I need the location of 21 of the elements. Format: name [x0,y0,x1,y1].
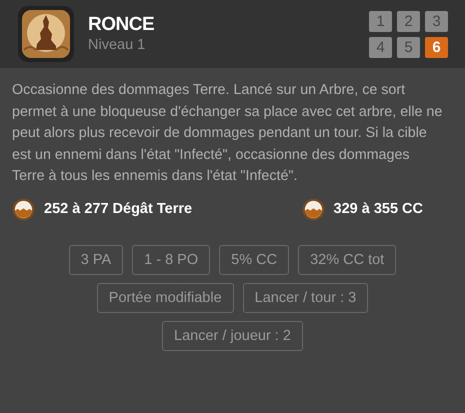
level-button[interactable]: 6 [425,36,448,58]
level-button[interactable]: 2 [397,10,420,32]
earth-element-icon [302,198,325,220]
spell-description: Occasionne des dommages Terre. Lancé sur un Arbre, ce sort permet à une bloqueuse d'échanger sa place avec cet arbre, elle ne peut alors plus recevoir de dommages pendant un tour. Si la cible est un ennemi dans l'état "Infecté", occasionne des dommages Terre à tous les ennemis dans l'état "Infecté". [12,81,444,186]
spell-stat-tag: 3 PA [68,244,124,274]
spell-stat-tag: 5% CC [219,244,290,274]
spell-stat-tag: Lancer / tour : 3 [242,282,368,312]
earth-element-icon [12,198,35,220]
spell-name: RONCE [88,14,156,36]
spell-icon [18,6,74,62]
level-button[interactable]: 4 [369,36,392,58]
spell-stat-tag: Lancer / joueur : 2 [162,320,303,350]
effect-text: 252 à 277 Dégât Terre [44,201,192,217]
effect-text: 329 à 355 CC [334,201,423,217]
spell-stat-tag: 32% CC tot [298,244,396,274]
level-button[interactable]: 3 [425,10,448,32]
spell-stat-tag: Portée modifiable [96,282,234,312]
level-button[interactable]: 1 [369,10,392,32]
spell-stat-tag: 1 - 8 PO [132,244,210,274]
spell-level: Niveau 1 [88,36,146,54]
level-button[interactable]: 5 [397,36,420,58]
